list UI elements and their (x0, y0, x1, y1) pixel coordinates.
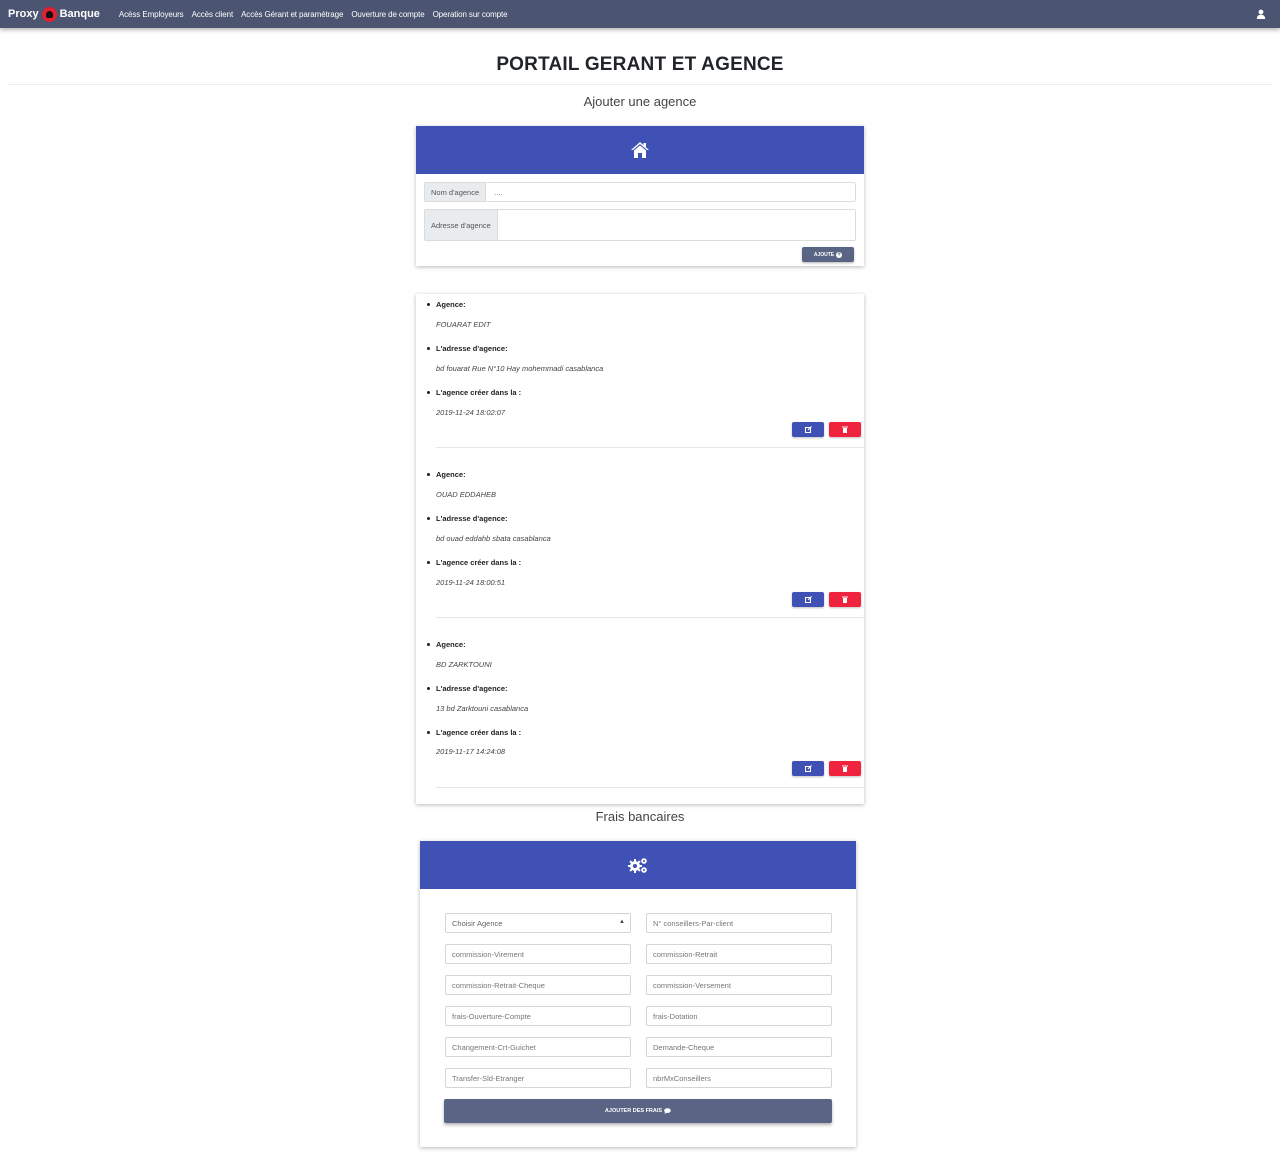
agency-address-value: bd fouarat Rue N°10 Hay mohemmadi casabl… (436, 364, 604, 373)
nav-link-ouverture-compte[interactable]: Ouverture de compte (351, 10, 424, 19)
item-divider (436, 617, 864, 618)
agency-address-label: L'adresse d'agence: (427, 344, 508, 353)
add-agency-button-label: AJOUTE (813, 251, 835, 258)
item-divider (436, 447, 864, 448)
edit-icon (804, 765, 812, 772)
user-icon[interactable] (1256, 9, 1266, 19)
top-navbar: Proxy Banque Acèss Employeurs Accès clie… (0, 0, 1280, 28)
nbr-mx-conseillers-input[interactable] (646, 1068, 832, 1088)
agency-address-label: Adresse d'agence (425, 210, 498, 240)
edit-agency-button[interactable] (792, 761, 824, 776)
nav-links: Acèss Employeurs Accès client Accès Géra… (119, 10, 516, 19)
commission-retrait-cheque-input[interactable] (445, 975, 631, 995)
nav-link-acces-client[interactable]: Accès client (192, 10, 234, 19)
nav-link-acces-employeurs[interactable]: Acèss Employeurs (119, 10, 184, 19)
title-divider (8, 84, 1272, 85)
add-agency-card: Nom d'agence Adresse d'agence AJOUTE + (416, 126, 864, 266)
agency-date-value: 2019-11-17 14:24:08 (436, 747, 506, 756)
item-divider (436, 787, 864, 788)
trash-icon (842, 426, 848, 433)
agency-date-value: 2019-11-24 18:00:51 (436, 578, 506, 587)
delete-agency-button[interactable] (829, 422, 861, 437)
agency-date-label: L'agence créer dans la : (426, 388, 522, 397)
plus-circle-icon: + (836, 251, 843, 258)
cogs-icon (628, 858, 647, 873)
nav-link-acces-gerant[interactable]: Accès Gérant et paramétrage (241, 10, 343, 19)
delete-agency-button[interactable] (829, 592, 861, 607)
page-title: PORTAIL GERANT ET AGENCE (496, 54, 784, 75)
agency-name-label: Agence: (427, 470, 466, 479)
add-agency-button[interactable]: AJOUTE + (802, 247, 854, 262)
add-frais-button-label: AJOUTER DES FRAIS (604, 1108, 663, 1114)
agency-address-value: 13 bd Zarktouni casablanca (436, 704, 529, 713)
agency-date-label: L'agence créer dans la : (426, 728, 522, 737)
select-arrows-icon: ▲︎ (619, 919, 625, 925)
commission-virement-input[interactable] (445, 944, 631, 964)
delete-agency-button[interactable] (829, 761, 861, 776)
comment-icon (664, 1108, 671, 1114)
agency-list-item: Agence: FOUARAT EDIT L'adresse d'agence:… (416, 294, 864, 464)
agency-select[interactable]: Choisir Agence ▲︎ (445, 913, 631, 933)
agency-address-group: Adresse d'agence (424, 209, 856, 241)
add-frais-button[interactable]: AJOUTER DES FRAIS (444, 1099, 832, 1123)
agency-name-value: OUAD EDDAHEB (436, 490, 497, 499)
home-icon (631, 142, 649, 158)
edit-agency-button[interactable] (792, 592, 824, 607)
nb-conseillers-par-client-input[interactable] (646, 913, 832, 933)
agency-list-item: Agence: BD ZARKTOUNI L'adresse d'agence:… (416, 634, 864, 804)
agency-date-label: L'agence créer dans la : (426, 558, 522, 567)
agency-select-value: Choisir Agence (452, 918, 503, 928)
agency-address-input[interactable] (497, 210, 855, 240)
agency-address-label: L'adresse d'agence: (427, 514, 508, 523)
agency-address-label: L'adresse d'agence: (427, 684, 508, 693)
brand-logo-icon (41, 6, 57, 22)
nav-link-operation-compte[interactable]: Operation sur compte (433, 10, 508, 19)
agency-address-value: bd ouad eddahb sbata casablanca (436, 534, 551, 543)
edit-icon (804, 426, 812, 433)
frais-dotation-input[interactable] (646, 1006, 832, 1026)
commission-versement-input[interactable] (646, 975, 832, 995)
agency-name-label: Agence: (427, 640, 466, 649)
agency-name-label: Nom d'agence (425, 183, 487, 201)
brand-name-right: Banque (59, 8, 100, 20)
frais-card-header (420, 841, 856, 889)
demande-cheque-input[interactable] (646, 1037, 832, 1057)
agency-name-label: Agence: (427, 300, 466, 309)
agency-name-input[interactable] (486, 183, 855, 201)
brand-name-left: Proxy (8, 8, 39, 20)
transfer-sld-etranger-input[interactable] (445, 1068, 631, 1088)
add-agency-title: Ajouter une agence (583, 94, 697, 109)
frais-title: Frais bancaires (595, 809, 685, 824)
commission-retrait-input[interactable] (646, 944, 832, 964)
agency-name-value: FOUARAT EDIT (436, 320, 491, 329)
trash-icon (842, 596, 848, 603)
trash-icon (842, 765, 848, 772)
edit-icon (804, 596, 812, 603)
brand[interactable]: Proxy Banque (8, 6, 100, 22)
frais-ouverture-compte-input[interactable] (445, 1006, 631, 1026)
agency-list-item: Agence: OUAD EDDAHEB L'adresse d'agence:… (416, 464, 864, 634)
agency-name-group: Nom d'agence (424, 182, 856, 202)
add-agency-card-header (416, 126, 864, 174)
agency-date-value: 2019-11-24 18:02:07 (436, 408, 506, 417)
changement-crt-guichet-input[interactable] (445, 1037, 631, 1057)
edit-agency-button[interactable] (792, 422, 824, 437)
frais-card: Choisir Agence ▲︎ AJOUTER DES FRAIS (420, 841, 856, 1147)
agency-list-card: Agence: FOUARAT EDIT L'adresse d'agence:… (416, 294, 864, 804)
agency-name-value: BD ZARKTOUNI (436, 660, 492, 669)
